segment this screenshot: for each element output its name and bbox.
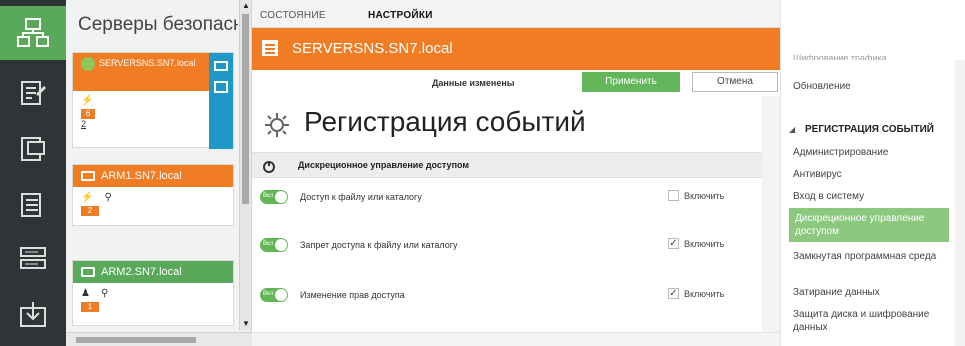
nav-item[interactable]: Замкнутая программная среда [793, 250, 943, 263]
nav-scrollbar[interactable] [955, 60, 965, 346]
section-title: Дискреционное управление доступом [298, 160, 470, 170]
server-card-arm2[interactable]: ARM2.SN7.local ♟ ⚲ 1 [72, 260, 234, 326]
nav-item[interactable]: Шифрование трафика [793, 52, 943, 60]
toggle-label: Вкл [263, 291, 274, 297]
scrollbar-thumb[interactable] [76, 337, 196, 343]
tab-settings[interactable]: Настройки [368, 10, 433, 21]
checkbox-label: Включить [684, 289, 725, 299]
lightning-icon: ⚡ [81, 192, 94, 203]
page-title: Регистрация событий [304, 106, 586, 137]
server-card-name: ARM2.SN7.local [101, 266, 182, 278]
alert-count-badge: 2 [81, 206, 99, 216]
alert-count-badge: 6 [81, 109, 95, 119]
rack-icon[interactable] [0, 232, 66, 286]
enable-toggle[interactable]: Вкл [260, 190, 288, 204]
computer-icon[interactable] [0, 122, 66, 176]
monitor-icon [81, 267, 95, 277]
import-icon[interactable] [0, 288, 66, 342]
server-card-name: SERVERSNS.SN7.local [99, 58, 196, 68]
enable-toggle[interactable]: Вкл [260, 238, 288, 252]
server-card-name: ARM1.SN7.local [101, 170, 182, 182]
nav-item-update[interactable]: Обновление [793, 80, 943, 93]
server-card-serversns[interactable]: SERVERSNS.SN7.local ⚡ 6 2 [72, 52, 234, 149]
server-card-arm1[interactable]: ARM1.SN7.local ⚡ ⚲ 2 [72, 164, 234, 226]
policy-icon[interactable] [0, 66, 66, 120]
alert-count-badge: 1 [81, 302, 99, 312]
server-card-side-actions[interactable] [209, 53, 233, 149]
toggle-label: Вкл [263, 193, 274, 199]
checkbox-label: Включить [684, 191, 725, 201]
filter-icon: ⚲ [104, 192, 112, 203]
power-icon[interactable] [262, 159, 276, 173]
toggle-label: Вкл [263, 241, 274, 247]
servers-vertical-scrollbar[interactable]: ▲ ▼ [239, 0, 251, 330]
event-row: Вкл Доступ к файлу или каталогу Включить [252, 184, 762, 208]
servers-horizontal-scrollbar[interactable] [66, 332, 252, 346]
settings-content: Регистрация событий Дискреционное управл… [252, 96, 762, 332]
user-icon: ♟ [81, 288, 90, 299]
monitor-icon [81, 171, 95, 181]
server-icon [214, 81, 228, 93]
collapse-icon[interactable]: ◢ [789, 125, 795, 134]
settings-navigation: Шифрование трафика Обновление ◢ Регистра… [780, 0, 965, 346]
nav-item[interactable]: Затирание данных [793, 286, 943, 299]
navigation-rail [0, 0, 66, 346]
warning-count: 2 [81, 119, 87, 129]
enable-checkbox[interactable]: ✓ [668, 238, 679, 249]
nav-item-selected[interactable]: Дискреционное управление доступом [789, 208, 949, 242]
content-vertical-scrollbar[interactable] [762, 96, 780, 332]
event-label: Изменение прав доступа [300, 290, 405, 300]
cancel-button[interactable]: Отмена [692, 72, 778, 92]
action-bar: Данные изменены Применить Отмена [252, 70, 780, 96]
server-header-title: SERVERSNS.SN7.local [292, 40, 453, 57]
section-header: Дискреционное управление доступом [252, 152, 762, 178]
event-row: Вкл Запрет доступа к файлу или каталогу … [252, 232, 762, 256]
server-icon[interactable] [0, 178, 66, 232]
changes-status: Данные изменены [432, 78, 515, 88]
event-label: Запрет доступа к файлу или каталогу [300, 240, 458, 250]
content-horizontal-scrollbar[interactable] [252, 332, 780, 346]
lightning-icon: ⚡ [81, 95, 94, 106]
scroll-up-icon[interactable]: ▲ [240, 0, 252, 12]
tab-status[interactable]: Состояние [260, 10, 326, 21]
checkbox-label: Включить [684, 239, 725, 249]
tab-bar: Состояние Настройки [252, 0, 780, 28]
event-label: Доступ к файлу или каталогу [300, 192, 422, 202]
filter-icon: ⚲ [101, 288, 109, 299]
network-icon[interactable] [0, 6, 66, 60]
apply-button[interactable]: Применить [582, 72, 680, 92]
server-header: SERVERSNS.SN7.local [252, 28, 780, 70]
enable-checkbox[interactable] [668, 190, 679, 201]
servers-panel-title: Серверы безопасн [78, 14, 238, 35]
enable-checkbox[interactable]: ✓ [668, 288, 679, 299]
scrollbar-thumb[interactable] [242, 14, 249, 204]
nav-item[interactable]: Антивирус [793, 168, 943, 181]
enable-toggle[interactable]: Вкл [260, 288, 288, 302]
nav-item[interactable]: Защита диска и шифрование данных [793, 308, 943, 334]
event-log-icon [265, 113, 289, 137]
scroll-down-icon[interactable]: ▼ [240, 318, 252, 330]
nav-section-title[interactable]: Регистрация событий [805, 124, 934, 135]
nav-item[interactable]: Вход в систему [793, 190, 943, 203]
server-icon [262, 40, 278, 56]
servers-panel: Серверы безопасн SERVERSNS.SN7.local ⚡ 6… [66, 0, 252, 346]
event-row: Вкл Изменение прав доступа ✓ Включить [252, 282, 762, 306]
nav-item[interactable]: Администрирование [793, 146, 943, 159]
monitor-icon [214, 61, 228, 71]
power-icon [81, 57, 95, 71]
